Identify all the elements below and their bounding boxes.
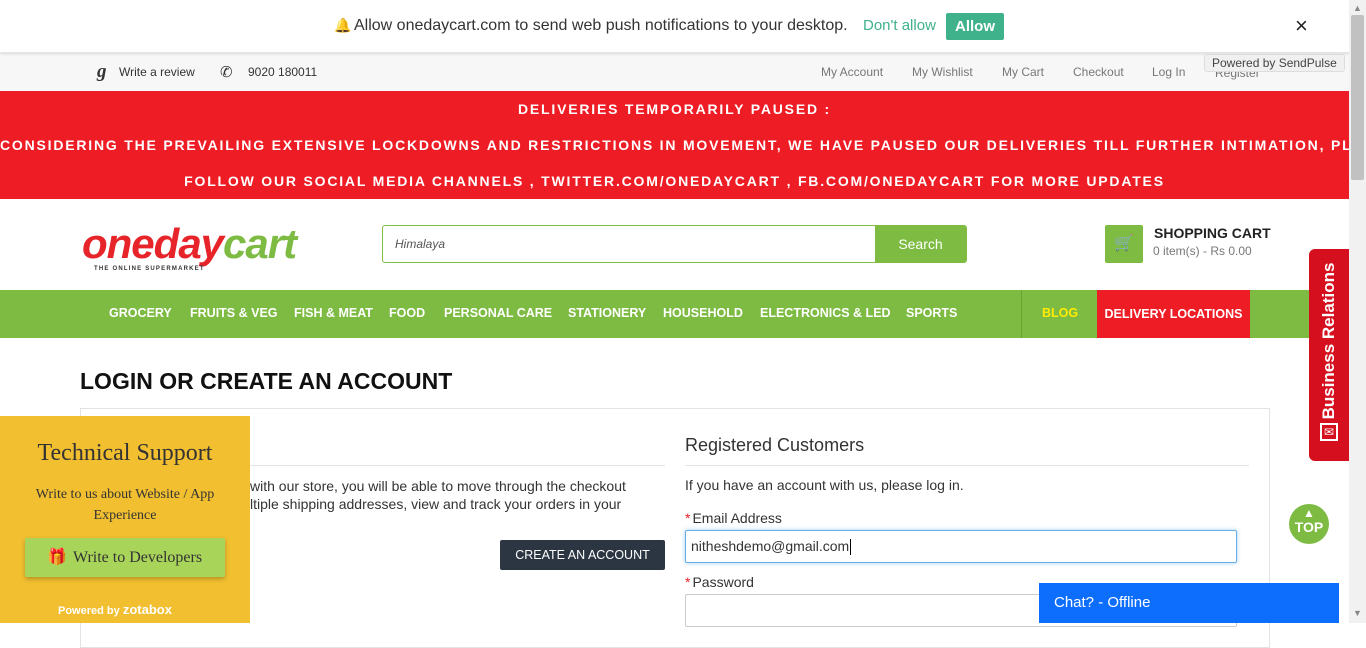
registered-divider — [685, 465, 1249, 466]
nav-food[interactable]: FOOD — [389, 306, 425, 320]
business-relations-tab[interactable]: Business Relations ✉ — [1309, 249, 1349, 461]
support-description: Write to us about Website / App Experien… — [35, 487, 215, 523]
text-caret — [850, 539, 852, 556]
nav-electronics-led[interactable]: ELECTRONICS & LED — [760, 306, 891, 320]
search-button[interactable]: Search — [875, 225, 966, 263]
password-label: * Password — [685, 574, 754, 590]
zotabox-brand: zotabox — [122, 602, 172, 617]
search-bar: Search — [382, 225, 967, 263]
envelope-icon: ✉ — [1320, 423, 1338, 441]
banner-line-3: FOLLOW OUR SOCIAL MEDIA CHANNELS , TWITT… — [184, 173, 1165, 189]
page-scrollbar[interactable]: ▲ ▼ — [1349, 0, 1366, 623]
nav-blog[interactable]: BLOG — [1042, 306, 1078, 320]
new-customers-line-2: ltiple shipping addresses, view and trac… — [250, 496, 622, 512]
banner-line-2: CONSIDERING THE PREVAILING EXTENSIVE LOC… — [0, 137, 1366, 153]
nav-stationery[interactable]: STATIONERY — [568, 306, 646, 320]
email-label: * Email Address — [685, 510, 782, 526]
logo-part-1: oneday — [82, 220, 224, 267]
registered-customers-text: If you have an account with us, please l… — [685, 477, 964, 493]
email-label-text: Email Address — [692, 510, 782, 526]
my-wishlist-link[interactable]: My Wishlist — [912, 65, 973, 79]
back-to-top-button[interactable]: ▲ TOP — [1289, 504, 1329, 544]
phone-number: 9020 180011 — [248, 65, 318, 79]
nav-divider — [1021, 290, 1022, 338]
required-mark: * — [685, 510, 691, 526]
new-customers-text: with our store, you will be able to move… — [250, 477, 665, 513]
powered-by-sendpulse[interactable]: Powered by SendPulse — [1204, 54, 1345, 72]
top-links-bar: g Write a review ✆ 9020 180011 My Accoun… — [0, 53, 1349, 91]
scroll-down-arrow-icon[interactable]: ▼ — [1353, 608, 1362, 618]
password-label-text: Password — [692, 574, 754, 590]
site-logo[interactable]: onedaycart THE ONLINE SUPERMARKET — [82, 220, 297, 273]
main-nav: GROCERY FRUITS & VEG FISH & MEAT FOOD PE… — [0, 290, 1349, 338]
write-to-developers-label: Write to Developers — [73, 549, 203, 566]
scrollbar-thumb[interactable] — [1351, 15, 1364, 180]
email-value: nitheshdemo@gmail.com — [691, 538, 850, 554]
required-mark: * — [685, 574, 691, 590]
logo-part-2: cart — [223, 220, 297, 267]
powered-by-text: Powered by — [58, 605, 120, 617]
gift-icon: 🎁 — [47, 549, 67, 566]
login-link[interactable]: Log In — [1152, 65, 1185, 79]
page-title: LOGIN OR CREATE AN ACCOUNT — [80, 368, 453, 394]
write-to-developers-button[interactable]: 🎁 Write to Developers — [25, 538, 225, 577]
email-field[interactable]: nitheshdemo@gmail.com — [685, 530, 1237, 563]
nav-delivery-locations[interactable]: DELIVERY LOCATIONS — [1097, 290, 1250, 338]
nav-sports[interactable]: SPORTS — [906, 306, 957, 320]
allow-button[interactable]: Allow — [946, 13, 1004, 40]
top-label: TOP — [1294, 519, 1324, 535]
search-input[interactable] — [383, 226, 877, 262]
push-message: Allow onedaycart.com to send web push no… — [354, 17, 848, 34]
chevron-up-icon: ▲ — [1303, 506, 1315, 520]
nav-personal-care[interactable]: PERSONAL CARE — [444, 306, 552, 320]
shopping-cart-title[interactable]: SHOPPING CART — [1154, 225, 1271, 241]
nav-household[interactable]: HOUSEHOLD — [663, 306, 743, 320]
google-icon: g — [97, 61, 107, 82]
cart-icon[interactable]: 🛒 — [1105, 225, 1143, 263]
scroll-up-arrow-icon[interactable]: ▲ — [1353, 3, 1362, 13]
powered-by-zotabox[interactable]: Powered by zotabox — [58, 602, 172, 617]
push-notification-bar: 🔔 Allow onedaycart.com to send web push … — [0, 0, 1349, 53]
nav-fruits-veg[interactable]: FRUITS & VEG — [190, 306, 278, 320]
bell-icon: 🔔 — [334, 17, 352, 33]
my-account-link[interactable]: My Account — [821, 65, 883, 79]
phone-icon: ✆ — [220, 64, 233, 81]
banner-line-1: DELIVERIES TEMPORARILY PAUSED : — [517, 101, 832, 117]
my-cart-link[interactable]: My Cart — [1002, 65, 1044, 79]
checkout-link[interactable]: Checkout — [1073, 65, 1124, 79]
new-customers-line-1: with our store, you will be able to move… — [250, 478, 626, 494]
technical-support-widget: Technical Support Write to us about Webs… — [0, 416, 250, 623]
chat-offline-button[interactable]: Chat? - Offline — [1039, 583, 1339, 623]
cart-summary: 0 item(s) - Rs 0.00 — [1153, 244, 1252, 258]
new-customers-divider — [250, 465, 665, 466]
dont-allow-button[interactable]: Don't allow — [863, 17, 936, 34]
close-icon[interactable]: × — [1295, 14, 1308, 38]
business-relations-label: Business Relations — [1319, 262, 1338, 420]
write-review-link[interactable]: Write a review — [119, 65, 195, 79]
nav-fish-meat[interactable]: FISH & MEAT — [294, 306, 373, 320]
registered-customers-title: Registered Customers — [685, 435, 865, 455]
delivery-paused-banner: DELIVERIES TEMPORARILY PAUSED : CONSIDER… — [0, 91, 1366, 199]
support-title: Technical Support — [37, 440, 213, 466]
create-account-button[interactable]: CREATE AN ACCOUNT — [500, 540, 665, 570]
nav-grocery[interactable]: GROCERY — [109, 306, 172, 320]
